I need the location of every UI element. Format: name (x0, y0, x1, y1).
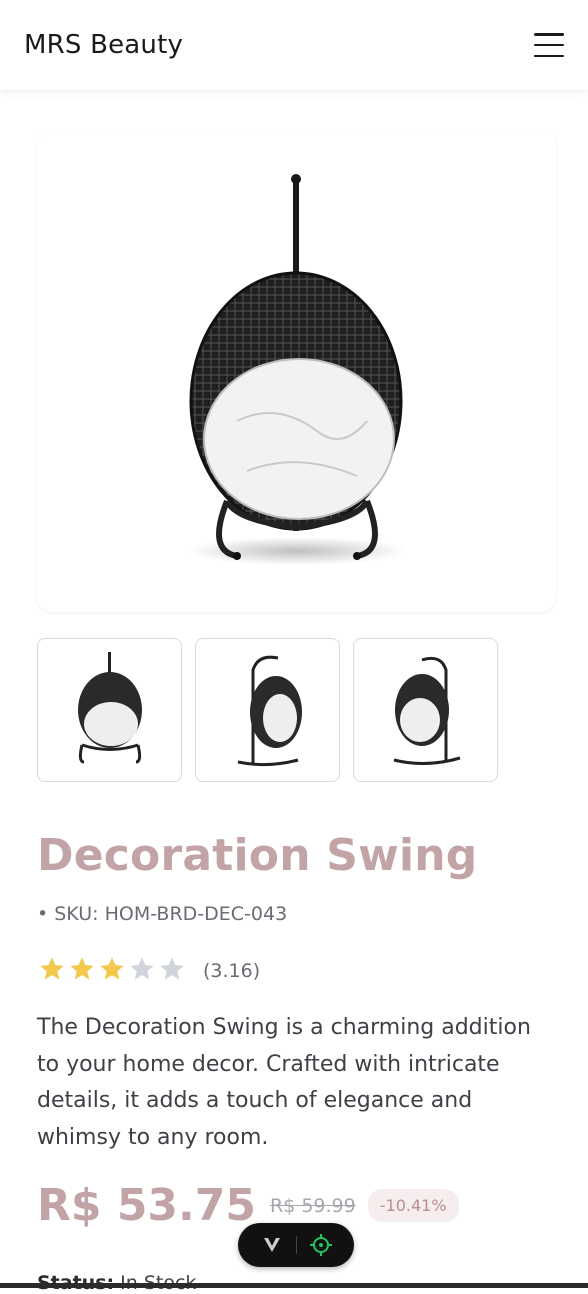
product-rating: (3.16) (37, 955, 260, 987)
thumbnail-chair-angle (393, 656, 460, 766)
rating-value: (3.16) (203, 960, 261, 982)
rating-stars (37, 955, 187, 987)
thumbnail-chair-front (77, 652, 142, 764)
product-description: The Decoration Swing is a charming addit… (37, 1015, 531, 1150)
toolbar-divider (295, 1236, 297, 1254)
original-price: R$ 59.99 (270, 1194, 356, 1217)
hamburger-menu-icon[interactable] (534, 33, 564, 57)
product-title: Decoration Swing (37, 830, 478, 881)
star-filled-icon (70, 957, 94, 980)
product-sku: • SKU: HOM-BRD-DEC-043 (37, 903, 288, 925)
vercel-v-icon[interactable] (258, 1231, 286, 1259)
star-empty-icon (160, 957, 184, 980)
price-row: R$ 53.75 R$ 59.99 -10.41% (37, 1180, 459, 1231)
crosshair-target-icon[interactable] (307, 1231, 335, 1259)
thumbnail-strip (37, 638, 498, 782)
brand-logo[interactable]: MRS Beauty (24, 30, 183, 60)
discount-badge: -10.41% (367, 1189, 459, 1222)
bottom-edge (0, 1283, 588, 1288)
floating-toolbar (238, 1223, 354, 1267)
star-filled-icon (100, 957, 124, 980)
thumbnail-3[interactable] (353, 638, 498, 782)
star-empty-icon (130, 957, 154, 980)
hanging-chair-illustration (186, 174, 407, 565)
thumbnail-2[interactable] (195, 638, 340, 782)
star-filled-icon (40, 957, 64, 980)
thumbnail-1[interactable] (37, 638, 182, 782)
thumbnail-chair-side (237, 655, 302, 767)
main-product-image (37, 130, 556, 612)
site-header: MRS Beauty (0, 0, 588, 90)
current-price: R$ 53.75 (37, 1180, 256, 1231)
